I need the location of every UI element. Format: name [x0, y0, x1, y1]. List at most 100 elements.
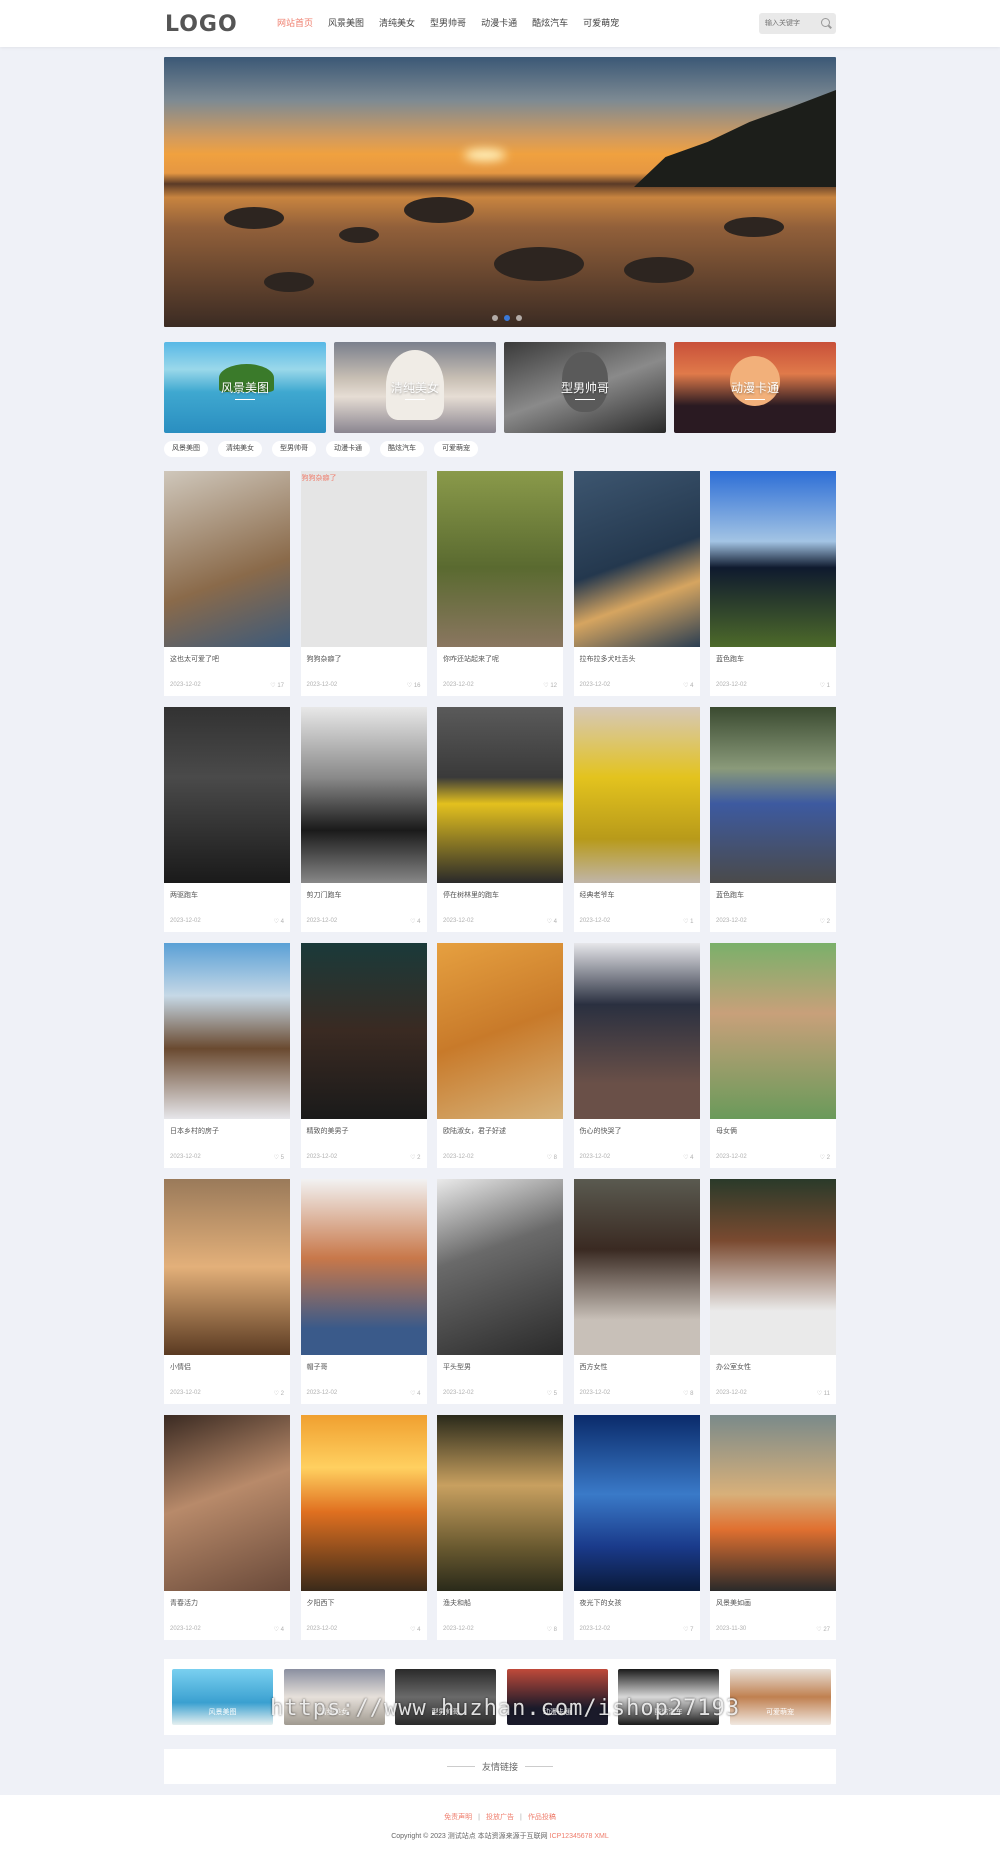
- broken-image[interactable]: 狗狗杂癖了: [300, 471, 427, 647]
- blue-car-image[interactable]: [710, 471, 836, 647]
- post-card[interactable]: 平头型男 2023-12-02 ♡ 5: [437, 1179, 563, 1404]
- tag-pill[interactable]: 型男帅哥: [272, 441, 316, 457]
- post-title[interactable]: 狗狗杂癖了: [307, 654, 342, 664]
- site-logo[interactable]: LOGO: [165, 12, 238, 37]
- corgi-image[interactable]: [437, 471, 563, 647]
- post-card[interactable]: 帽子哥 2023-12-02 ♡ 4: [300, 1179, 427, 1404]
- tag-pill[interactable]: 风景美图: [164, 441, 208, 457]
- post-title[interactable]: 小情侣: [170, 1362, 191, 1372]
- banner-dot[interactable]: [492, 315, 498, 321]
- scissor-door-car-image[interactable]: [300, 707, 427, 883]
- post-title[interactable]: 西方女性: [580, 1362, 608, 1372]
- sad-girl-image[interactable]: [573, 943, 700, 1119]
- post-card[interactable]: 日本乡村的房子 2023-12-02 ♡ 5: [164, 943, 290, 1168]
- nav-item[interactable]: 型男帅哥: [430, 0, 466, 47]
- nav-item[interactable]: 网站首页: [277, 0, 313, 47]
- search-icon[interactable]: [821, 18, 830, 27]
- nav-item[interactable]: 可爱萌宠: [583, 0, 619, 47]
- post-card[interactable]: 青春活力 2023-12-02 ♡ 4: [164, 1415, 290, 1640]
- post-title[interactable]: 夜光下的女孩: [580, 1598, 622, 1608]
- banner-dot[interactable]: [504, 315, 510, 321]
- post-card[interactable]: 蓝色跑车 2023-12-02 ♡ 1: [710, 471, 836, 696]
- post-card[interactable]: 狗狗杂癖了 狗狗杂癖了 2023-12-02 ♡ 16: [300, 471, 427, 696]
- woman-scarf-image[interactable]: [573, 1179, 700, 1355]
- anime-man-image[interactable]: [300, 943, 427, 1119]
- post-card[interactable]: 拉布拉多犬吐舌头 2023-12-02 ♡ 4: [573, 471, 700, 696]
- post-title[interactable]: 日本乡村的房子: [170, 1126, 219, 1136]
- post-card[interactable]: 蓝色跑车 2023-12-02 ♡ 2: [710, 707, 836, 932]
- post-title[interactable]: 办公室女性: [716, 1362, 751, 1372]
- post-title[interactable]: 青春活力: [170, 1598, 198, 1608]
- category-card-scenery[interactable]: 风景美图: [164, 342, 326, 433]
- search-input[interactable]: [759, 13, 821, 34]
- sunset-image[interactable]: [300, 1415, 427, 1591]
- category-card-anime[interactable]: 动漫卡通: [674, 342, 836, 433]
- tag-pill[interactable]: 动漫卡通: [326, 441, 370, 457]
- post-card[interactable]: 两驱跑车 2023-12-02 ♡ 4: [164, 707, 290, 932]
- post-title[interactable]: 帽子哥: [307, 1362, 328, 1372]
- post-card[interactable]: 母女俩 2023-12-02 ♡ 2: [710, 943, 836, 1168]
- nav-item[interactable]: 清纯美女: [379, 0, 415, 47]
- post-card[interactable]: 精致的美男子 2023-12-02 ♡ 2: [300, 943, 427, 1168]
- yellow-car-image[interactable]: [437, 707, 563, 883]
- anime-woman-image[interactable]: [437, 943, 563, 1119]
- labrador-image[interactable]: [573, 471, 700, 647]
- post-title[interactable]: 你咋还站起来了呢: [443, 654, 499, 664]
- fisherman-image[interactable]: [437, 1415, 563, 1591]
- post-title[interactable]: 精致的美男子: [307, 1126, 349, 1136]
- post-title[interactable]: 母女俩: [716, 1126, 737, 1136]
- nav-item[interactable]: 风景美图: [328, 0, 364, 47]
- landscape-image[interactable]: [710, 1415, 836, 1591]
- post-card[interactable]: 伤心的快哭了 2023-12-02 ♡ 4: [573, 943, 700, 1168]
- post-card[interactable]: 办公室女性 2023-12-02 ♡ 11: [710, 1179, 836, 1404]
- footer-link[interactable]: 免责声明: [444, 1814, 472, 1821]
- post-card[interactable]: 你咋还站起来了呢 2023-12-02 ♡ 12: [437, 471, 563, 696]
- cap-man-image[interactable]: [300, 1179, 427, 1355]
- banner-slider[interactable]: [164, 57, 836, 327]
- post-card[interactable]: 停在树林里的跑车 2023-12-02 ♡ 4: [437, 707, 563, 932]
- post-card[interactable]: 剪刀门跑车 2023-12-02 ♡ 4: [300, 707, 427, 932]
- tag-pill[interactable]: 清纯美女: [218, 441, 262, 457]
- tag-pill[interactable]: 可爱萌宠: [434, 441, 478, 457]
- night-girl-image[interactable]: [573, 1415, 700, 1591]
- post-title[interactable]: 伤心的快哭了: [580, 1126, 622, 1136]
- youth-image[interactable]: [164, 1415, 290, 1591]
- post-title[interactable]: 夕阳西下: [307, 1598, 335, 1608]
- mustang-image[interactable]: [710, 707, 836, 883]
- icp-link[interactable]: ICP12345678 XML: [550, 1833, 609, 1840]
- post-title[interactable]: 剪刀门跑车: [307, 890, 342, 900]
- office-woman-image[interactable]: [710, 1179, 836, 1355]
- footer-link[interactable]: 投放广告: [486, 1814, 514, 1821]
- post-title[interactable]: 停在树林里的跑车: [443, 890, 499, 900]
- post-card[interactable]: 风景美如画 2023-11-30 ♡ 27: [710, 1415, 836, 1640]
- post-card[interactable]: 渔夫和船 2023-12-02 ♡ 8: [437, 1415, 563, 1640]
- strip-category-card[interactable]: 可爱萌宠: [729, 1669, 831, 1725]
- post-card[interactable]: 夕阳西下 2023-12-02 ♡ 4: [300, 1415, 427, 1640]
- post-card[interactable]: 小情侣 2023-12-02 ♡ 2: [164, 1179, 290, 1404]
- tag-pill[interactable]: 酷炫汽车: [380, 441, 424, 457]
- post-title[interactable]: 两驱跑车: [170, 890, 198, 900]
- category-card-men[interactable]: 型男帅哥: [504, 342, 666, 433]
- sports-car-image[interactable]: [164, 707, 290, 883]
- post-card[interactable]: 西方女性 2023-12-02 ♡ 8: [573, 1179, 700, 1404]
- category-card-beauty[interactable]: 清纯美女: [334, 342, 496, 433]
- couple-image[interactable]: [164, 1179, 290, 1355]
- puppy-image[interactable]: [164, 471, 290, 647]
- man-portrait-image[interactable]: [437, 1179, 563, 1355]
- nav-item[interactable]: 动漫卡通: [481, 0, 517, 47]
- post-card[interactable]: 经典老爷车 2023-12-02 ♡ 1: [573, 707, 700, 932]
- footer-link[interactable]: 作品投稿: [528, 1814, 556, 1821]
- anime-house-image[interactable]: [164, 943, 290, 1119]
- post-title[interactable]: 拉布拉多犬吐舌头: [580, 654, 636, 664]
- post-title[interactable]: 经典老爷车: [580, 890, 615, 900]
- post-title[interactable]: 蓝色跑车: [716, 654, 744, 664]
- strip-category-card[interactable]: 风景美图: [172, 1669, 273, 1725]
- classic-car-image[interactable]: [573, 707, 700, 883]
- post-card[interactable]: 欧陆淑女，君子好逑 2023-12-02 ♡ 8: [437, 943, 563, 1168]
- post-card[interactable]: 这也太可爱了吧 2023-12-02 ♡ 17: [164, 471, 290, 696]
- nav-item[interactable]: 酷炫汽车: [532, 0, 568, 47]
- post-title[interactable]: 平头型男: [443, 1362, 471, 1372]
- post-title[interactable]: 这也太可爱了吧: [170, 654, 219, 664]
- post-title[interactable]: 渔夫和船: [443, 1598, 471, 1608]
- post-title[interactable]: 蓝色跑车: [716, 890, 744, 900]
